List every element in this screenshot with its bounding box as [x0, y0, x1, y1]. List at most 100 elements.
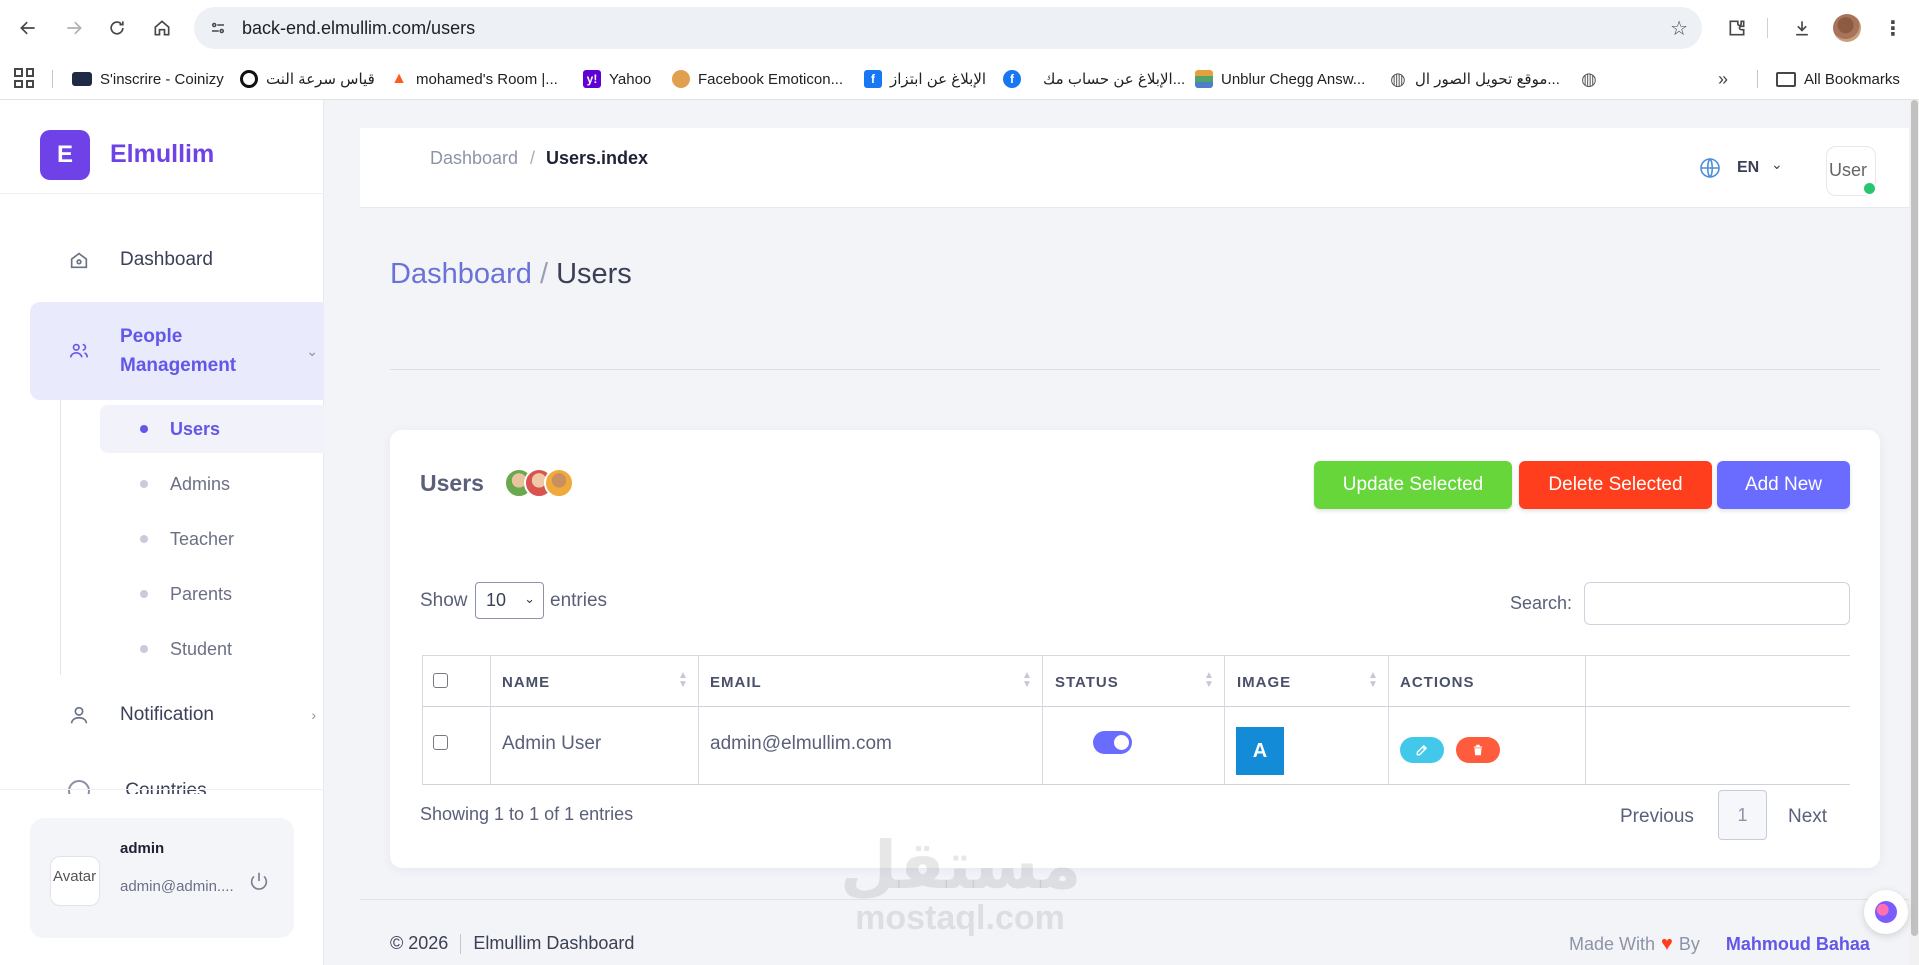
forward-arrow-icon[interactable]	[60, 14, 88, 42]
column-header-name[interactable]: NAME	[502, 674, 550, 691]
users-icon	[69, 343, 89, 358]
bookmark-item[interactable]: Unblur Chegg Answ...	[1195, 68, 1365, 90]
extensions-icon[interactable]	[1723, 14, 1751, 42]
sidebar-item-users[interactable]: Users	[100, 405, 324, 453]
bookmarks-divider	[52, 70, 53, 88]
column-header-image[interactable]: IMAGE	[1237, 674, 1291, 691]
submenu-label: Admins	[170, 473, 231, 494]
sidebar-item-people-management[interactable]: People Management ⌄	[30, 302, 324, 400]
assistant-button[interactable]	[1864, 890, 1908, 934]
column-header-status[interactable]: STATUS	[1055, 674, 1119, 691]
site-settings-icon[interactable]	[206, 16, 230, 40]
sidebar-item-student[interactable]: Student	[100, 625, 324, 673]
breadcrumb-separator: /	[530, 148, 536, 168]
select-all-checkbox[interactable]	[433, 673, 448, 688]
home-icon[interactable]	[148, 14, 176, 42]
submenu-line	[60, 400, 61, 675]
submenu-label: Users	[170, 418, 221, 439]
top-navbar: Dashboard / Users.index EN ⌄ User	[360, 128, 1915, 208]
sidebar-item-dashboard[interactable]: Dashboard	[30, 236, 324, 284]
chevron-down-icon[interactable]: ⌄	[1771, 156, 1783, 173]
logo[interactable]: E	[40, 130, 90, 180]
pagination-next[interactable]: Next	[1788, 806, 1827, 828]
delete-selected-button[interactable]: Delete Selected	[1519, 461, 1712, 509]
facebook-round-icon: f	[1003, 70, 1021, 88]
bookmark-label: Unblur Chegg Answ...	[1221, 70, 1366, 88]
profile-avatar[interactable]	[1833, 14, 1861, 42]
submenu-label: Teacher	[170, 528, 235, 549]
more-bookmarks-icon[interactable]: »	[1718, 68, 1728, 90]
more-menu-icon[interactable]: ⋮	[1879, 14, 1907, 42]
reload-icon[interactable]	[103, 14, 131, 42]
menu-label: Notification	[120, 704, 214, 725]
address-bar[interactable]: back-end.elmullim.com/users ☆	[194, 7, 1702, 49]
bookmark-label: Yahoo	[609, 70, 652, 88]
language-selector[interactable]: EN	[1737, 159, 1759, 177]
sort-icon[interactable]: ▲ ▼	[1368, 671, 1378, 690]
bookmark-item[interactable]: f الإبلاغ عن ابتزاز	[864, 68, 986, 90]
toolbar-divider	[1767, 18, 1768, 38]
page-title: Dashboard / Users	[390, 258, 632, 291]
breadcrumb-home[interactable]: Dashboard	[430, 148, 518, 169]
footer-app-name: Elmullim Dashboard	[473, 933, 635, 953]
page-size-select[interactable]: 10 ⌄	[475, 582, 544, 619]
pagination-page[interactable]: 1	[1718, 790, 1767, 840]
bookmark-item[interactable]: ◍	[1580, 68, 1598, 90]
sidebar-item-notification[interactable]: Notification ›	[30, 691, 324, 739]
page-title-separator: /	[539, 258, 548, 290]
app-name[interactable]: Elmullim	[110, 140, 214, 169]
sidebar-item-parents[interactable]: Parents	[100, 570, 324, 618]
bookmark-item[interactable]: ◍ موقع تحويل الصور ال...	[1389, 68, 1560, 90]
folder-icon	[1776, 71, 1796, 87]
url-text[interactable]: back-end.elmullim.com/users	[242, 18, 475, 39]
bookmark-item[interactable]: S'inscrire - Coinizy	[72, 68, 224, 90]
edit-button[interactable]	[1400, 737, 1444, 763]
bookmark-item[interactable]: ▲ mohamed's Room |...	[390, 68, 558, 90]
bookmark-item[interactable]: y! Yahoo	[583, 68, 651, 90]
bullet-icon	[140, 480, 148, 488]
sidebar-item-partial[interactable]: Countries	[68, 780, 308, 794]
chevron-right-icon: ›	[311, 707, 316, 723]
all-bookmarks-label: All Bookmarks	[1804, 70, 1900, 88]
bookmark-label: mohamed's Room |...	[416, 70, 558, 88]
home-icon	[70, 252, 88, 269]
apps-grid-icon[interactable]	[14, 68, 34, 88]
author-link[interactable]: Mahmoud Bahaa	[1726, 934, 1870, 955]
avatar-alt-text: User	[1829, 160, 1868, 180]
scrollbar-thumb[interactable]	[1911, 100, 1918, 936]
sort-icon[interactable]: ▲ ▼	[1204, 671, 1214, 690]
add-new-button[interactable]: Add New	[1717, 461, 1850, 509]
sort-icon[interactable]: ▲ ▼	[1022, 671, 1032, 690]
status-toggle[interactable]	[1093, 731, 1132, 754]
back-arrow-icon[interactable]	[14, 14, 42, 42]
globe-icon[interactable]	[1698, 156, 1722, 180]
bookmark-label: الإبلاغ عن ابتزاز	[890, 71, 987, 88]
cell-email: admin@elmullim.com	[710, 733, 892, 754]
sidebar-item-teacher[interactable]: Teacher	[100, 515, 324, 563]
sidebar-item-admins[interactable]: Admins	[100, 460, 324, 508]
download-icon[interactable]	[1788, 14, 1816, 42]
show-label: Show	[420, 590, 468, 611]
all-bookmarks[interactable]: All Bookmarks	[1776, 68, 1900, 90]
cookie-icon	[672, 70, 690, 88]
sidebar-divider	[0, 193, 324, 194]
bookmark-item[interactable]: f الإبلاغ عن حساب مك...	[1003, 68, 1185, 90]
flame-icon: ▲	[391, 70, 407, 87]
avatar[interactable]: Avatar	[50, 856, 100, 906]
bookmark-item[interactable]: Facebook Emoticon...	[672, 68, 843, 90]
row-checkbox[interactable]	[433, 735, 448, 750]
page-title-link[interactable]: Dashboard	[390, 258, 532, 290]
update-selected-button[interactable]: Update Selected	[1314, 461, 1512, 509]
sort-icon[interactable]: ▲ ▼	[678, 671, 688, 690]
delete-button[interactable]	[1456, 737, 1500, 763]
bullet-icon	[140, 535, 148, 543]
bookmark-item[interactable]: قياس سرعة النت	[240, 68, 375, 90]
power-icon[interactable]	[248, 870, 270, 892]
by-text: By	[1678, 934, 1700, 954]
column-header-email[interactable]: EMAIL	[710, 674, 762, 691]
bookmark-star-icon[interactable]: ☆	[1670, 16, 1688, 41]
pagination-previous[interactable]: Previous	[1620, 806, 1694, 828]
menu-label-line: People	[120, 326, 183, 347]
search-input[interactable]	[1584, 582, 1850, 625]
card-title: Users	[420, 470, 484, 496]
